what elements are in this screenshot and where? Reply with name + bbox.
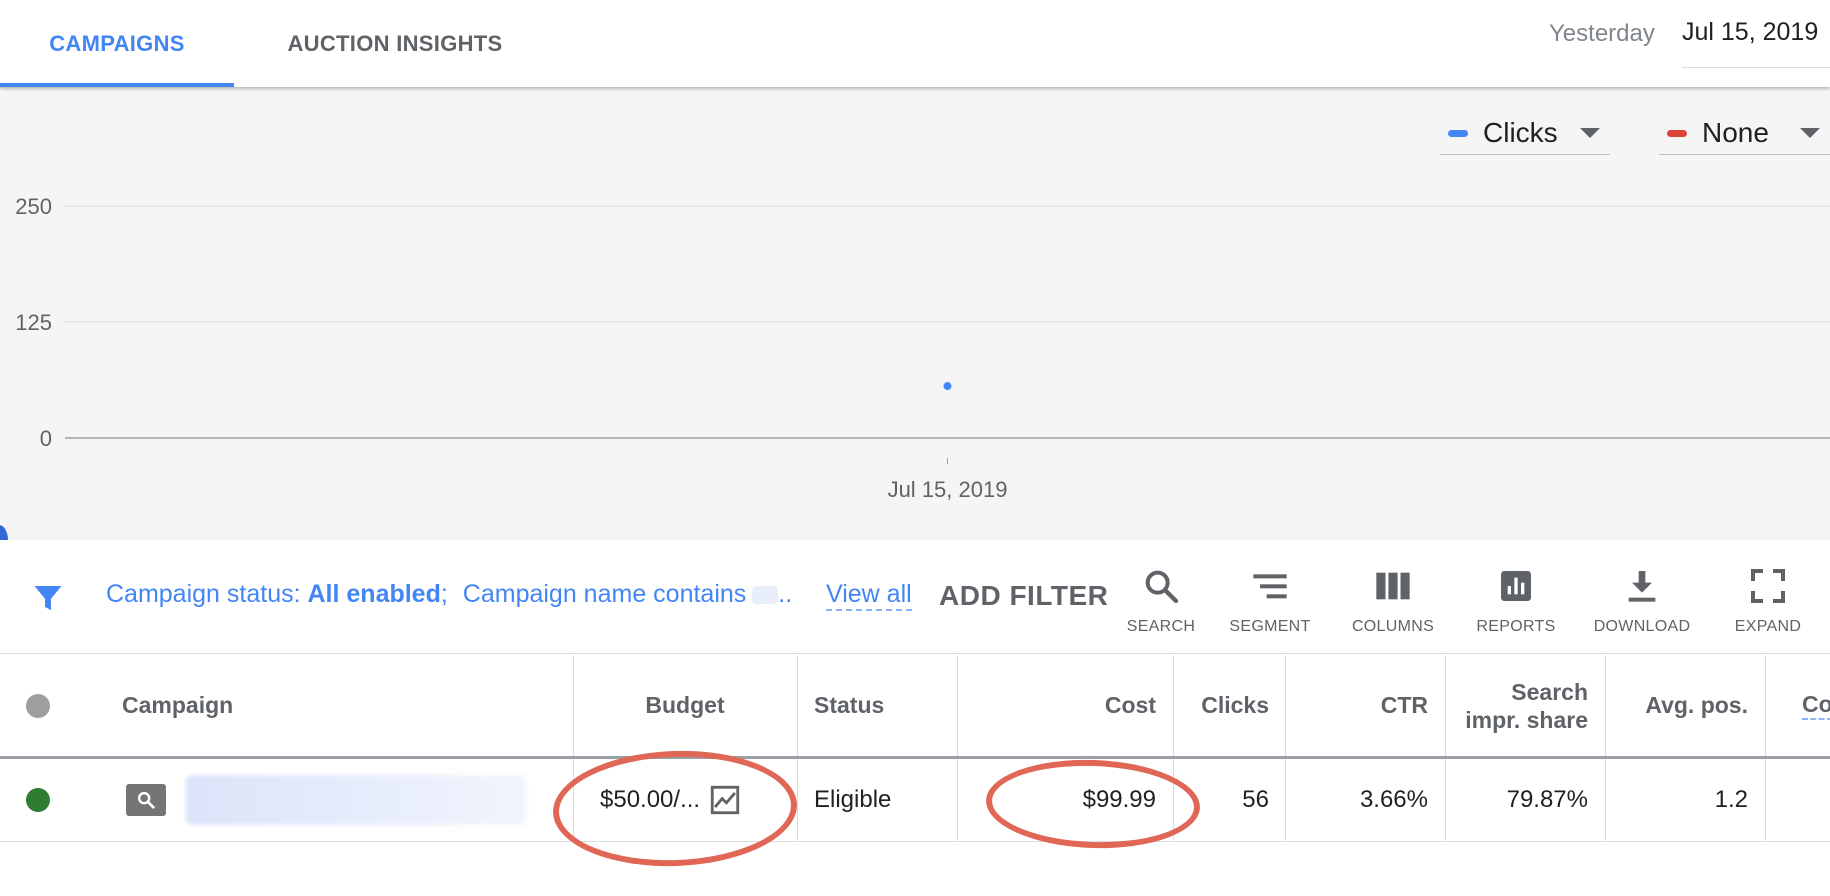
column-divider (1765, 655, 1766, 756)
download-button-label: DOWNLOAD (1593, 618, 1691, 635)
header-conversions[interactable]: Co (1802, 655, 1830, 756)
campaign-enabled-dot (26, 788, 50, 812)
column-divider (573, 759, 574, 841)
x-tick-label: Jul 15, 2019 (888, 477, 1008, 502)
search-campaign-icon (126, 784, 166, 816)
filter-bar: Campaign status: All enabled; Campaign n… (0, 540, 1830, 654)
segment-button[interactable]: SEGMENT (1228, 566, 1312, 646)
view-all-filters-link[interactable]: View all (826, 580, 912, 611)
budget-cell[interactable]: $50.00/... (600, 759, 796, 841)
download-icon (1628, 571, 1656, 602)
active-tab-indicator (0, 83, 234, 87)
performance-chart: Clicks None 0 125 250 Jul 15, 2019 (0, 87, 1830, 540)
filter-separator: ; (440, 580, 448, 608)
redacted-filter-value (752, 586, 779, 605)
header-search-impr-share[interactable]: Search impr. share (1446, 655, 1588, 756)
header-status-dot (26, 693, 50, 718)
date-range-picker[interactable]: Jul 15, 2019 (1682, 18, 1830, 68)
header-campaign[interactable]: Campaign (122, 655, 422, 756)
segment-icon (1253, 574, 1287, 599)
tab-campaigns-label: CAMPAIGNS (49, 30, 185, 56)
active-filters[interactable]: Campaign status: All enabled; Campaign n… (106, 580, 792, 609)
y-tick-label: 125 (15, 310, 52, 335)
search-icon (1145, 570, 1179, 604)
expand-button-label: EXPAND (1734, 618, 1802, 635)
add-filter-button[interactable]: ADD FILTER (939, 580, 1108, 612)
header-budget[interactable]: Budget (574, 655, 796, 756)
column-divider (797, 655, 798, 756)
header-conversions-label: Co (1802, 691, 1830, 720)
expand-button[interactable]: EXPAND (1728, 566, 1808, 646)
header-ctr[interactable]: CTR (1286, 655, 1428, 756)
status-cell[interactable] (14, 759, 62, 841)
status-value: Eligible (814, 786, 892, 813)
clicks-value: 56 (1242, 786, 1269, 813)
columns-button[interactable]: COLUMNS (1351, 566, 1435, 646)
search-impr-share-value: 79.87% (1506, 786, 1588, 813)
campaign-name-cell[interactable] (186, 759, 536, 841)
chart-plot: 0 125 250 Jul 15, 2019 (15, 194, 1830, 502)
download-button[interactable]: DOWNLOAD (1593, 566, 1691, 646)
columns-button-label: COLUMNS (1351, 618, 1435, 635)
header-search-impr-share-line2: impr. share (1465, 706, 1588, 733)
avg-pos-value: 1.2 (1714, 786, 1748, 813)
header-clicks[interactable]: Clicks (1174, 655, 1269, 756)
filter-status-prefix: Campaign status: (106, 580, 308, 608)
header-avg-pos[interactable]: Avg. pos. (1606, 655, 1748, 756)
table-row[interactable]: $50.00/... Eligible $99.99 56 3.66% 79.8… (0, 759, 1830, 842)
expand-icon (1751, 569, 1785, 603)
reports-icon (1501, 571, 1531, 601)
columns-icon (1376, 572, 1410, 600)
top-tab-bar: CAMPAIGNS AUCTION INSIGHTS Yesterday Jul… (0, 0, 1830, 87)
ctr-value: 3.66% (1359, 786, 1428, 813)
filter-name-condition: Campaign name contains (462, 580, 747, 608)
column-divider (1765, 759, 1766, 841)
search-button-label: SEARCH (1126, 618, 1196, 635)
table-header: Campaign Budget Status Cost Clicks CTR S… (0, 655, 1830, 759)
budget-chart-icon[interactable] (708, 783, 742, 817)
cost-value: $99.99 (1082, 786, 1156, 813)
header-status[interactable]: Status (814, 655, 954, 756)
clicks-data-point[interactable] (943, 382, 952, 391)
budget-value: $50.00/... (600, 786, 701, 813)
status-header-cell[interactable] (14, 655, 62, 756)
y-tick-label: 250 (15, 194, 52, 219)
segment-button-label: SEGMENT (1229, 618, 1311, 635)
filter-ellipsis: .. (778, 580, 793, 608)
y-tick-label: 0 (40, 426, 52, 451)
tab-auction-insights[interactable]: AUCTION INSIGHTS (270, 0, 520, 87)
campaign-type-cell (126, 759, 166, 841)
reports-button-label: REPORTS (1476, 618, 1556, 635)
column-divider (797, 759, 798, 841)
redacted-campaign-name[interactable] (186, 775, 526, 825)
filter-status-value: All enabled (307, 580, 441, 608)
reports-button[interactable]: REPORTS (1474, 566, 1558, 646)
search-button[interactable]: SEARCH (1125, 566, 1197, 646)
tab-campaigns[interactable]: CAMPAIGNS (0, 0, 234, 87)
header-cost[interactable]: Cost (958, 655, 1156, 756)
date-range-label: Yesterday (1549, 20, 1655, 47)
header-search-impr-share-line1: Search (1511, 678, 1588, 705)
tab-auction-insights-label: AUCTION INSIGHTS (287, 30, 503, 56)
filter-icon[interactable] (30, 580, 66, 616)
